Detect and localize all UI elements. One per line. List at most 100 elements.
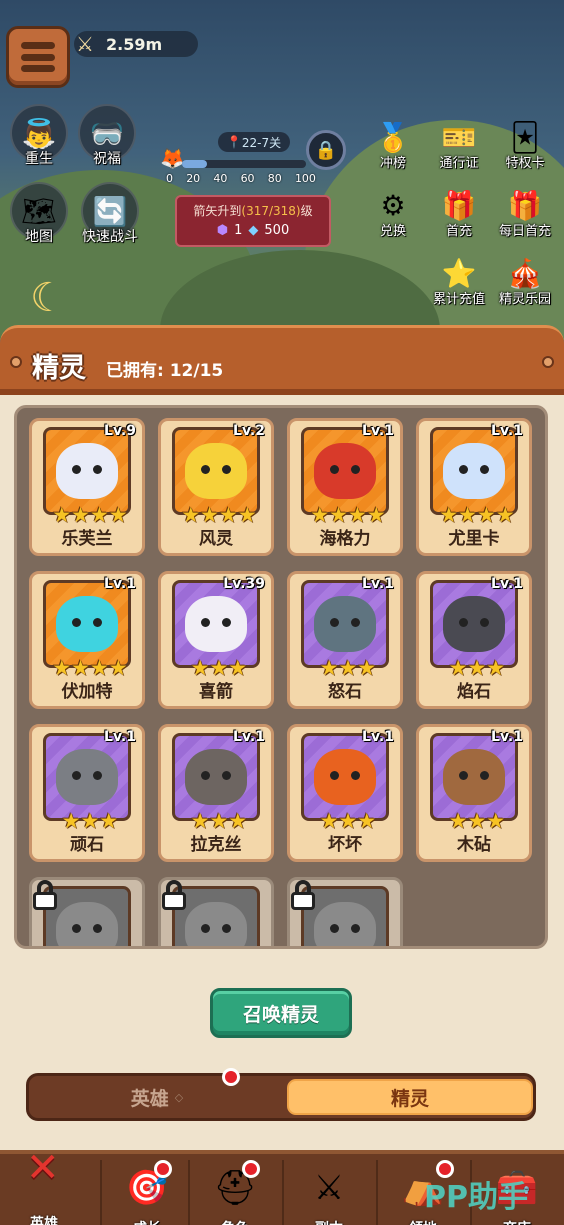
first-charge-button[interactable]: 🎁 首充 — [422, 186, 496, 239]
rebirth-label: 重生 — [25, 151, 53, 167]
stage-progress: 📍 22-7关 🦊 0 20 40 60 80 100 🔒 — [160, 130, 350, 190]
spirit-card[interactable]: Lv.2 ★★★★ 风灵 — [158, 418, 274, 556]
nav-dungeon[interactable]: ⚔ 副本 — [282, 1160, 374, 1225]
stage-lock-button[interactable]: 🔒 — [306, 130, 346, 170]
nav-territory-label: 领地 — [378, 1218, 468, 1225]
main-menu-button[interactable] — [6, 26, 70, 88]
daily-first-charge-label: 每日首充 — [498, 224, 551, 239]
spirit-grid-inner: Lv.9 ★★★★ 乐芙兰 Lv.2 ★★★★ 风灵 Lv.1 ★★★★ 海格力 Lv.1 ★★★★… — [17, 408, 545, 946]
spirit-card[interactable]: Lv.1 ★★★ 焰石 — [416, 571, 532, 709]
diamond-icon: ◆ — [248, 223, 259, 238]
spirit-creature-icon — [56, 596, 118, 652]
daily-first-charge-button[interactable]: 🎁 每日首充 — [488, 186, 562, 239]
fox-icon: 🦊 — [160, 146, 185, 170]
locked-spirit-card[interactable] — [29, 877, 145, 946]
stage-label: 📍 22-7关 — [218, 132, 290, 152]
tab-hero[interactable]: 英雄 ◇ — [29, 1076, 285, 1118]
blessing-button[interactable]: 🥽 祝福 — [74, 104, 140, 168]
rank-button[interactable]: 🥇 冲榜 — [356, 118, 430, 171]
spirit-portrait — [43, 733, 131, 821]
spirit-card[interactable]: Lv.1 ★★★★ 伏加特 — [29, 571, 145, 709]
privilege-card-label: 特权卡 — [505, 156, 545, 171]
quest-banner[interactable]: 箭矢升到(317/318)级 ⬢ 1 ◆ 500 — [175, 195, 331, 247]
nav-growth-label: 成长 — [102, 1218, 192, 1225]
stage-ticks: 0 20 40 60 80 100 — [166, 172, 316, 185]
spirit-level: Lv.1 — [233, 729, 265, 745]
locked-spirit-card[interactable] — [158, 877, 274, 946]
spirit-card[interactable]: Lv.9 ★★★★ 乐芙兰 — [29, 418, 145, 556]
map-button[interactable]: 🗺 地图 — [6, 182, 72, 246]
star-rating: ★★★★ — [439, 503, 515, 527]
nav-growth[interactable]: 🎯 成长 — [100, 1160, 192, 1225]
spirit-grid[interactable]: Lv.9 ★★★★ 乐芙兰 Lv.2 ★★★★ 风灵 Lv.1 ★★★★ 海格力 Lv.1 ★★★★… — [14, 405, 548, 949]
spirit-card[interactable]: Lv.1 ★★★ 顽石 — [29, 724, 145, 862]
star-rating: ★★★ — [319, 656, 377, 680]
combat-power-display: ⚔ 2.59m — [74, 31, 198, 57]
star-rating: ★★★ — [190, 809, 248, 833]
moon-wing-icon: ☾ — [30, 275, 66, 321]
spirit-card[interactable]: Lv.1 ★★★★ 海格力 — [287, 418, 403, 556]
pass-button[interactable]: 🎫 通行证 — [422, 118, 496, 171]
spirit-card[interactable]: Lv.1 ★★★ 怒石 — [287, 571, 403, 709]
spirit-creature-icon — [314, 749, 376, 805]
nav-character-label: 角色 — [190, 1218, 280, 1225]
crossed-swords-icon: ⚔ — [313, 1168, 345, 1208]
spirit-level: Lv.1 — [104, 576, 136, 592]
spirit-portrait — [43, 427, 131, 515]
spirit-portrait — [301, 733, 389, 821]
summon-spirit-button[interactable]: 召唤精灵 — [210, 988, 352, 1038]
exchange-button[interactable]: ⚙ 兑换 — [356, 186, 430, 239]
spirit-creature-icon — [314, 443, 376, 499]
spirit-card[interactable]: Lv.1 ★★★ 坏坏 — [287, 724, 403, 862]
stage-tick: 0 — [166, 172, 173, 185]
privilege-card-button[interactable]: 🃏 特权卡 — [488, 118, 562, 171]
spirit-creature-icon — [56, 443, 118, 499]
stage-tick: 100 — [294, 172, 316, 185]
quest-rewards: ⬢ 1 ◆ 500 — [177, 223, 329, 238]
scarecrow-icon: 🎯 — [125, 1168, 169, 1208]
locked-spirit-card[interactable] — [287, 877, 403, 946]
nav-dungeon-label: 副本 — [284, 1218, 374, 1225]
spirit-panel-header: 精灵 已拥有: 12/15 — [0, 325, 564, 395]
purple-gem-icon: ⬢ — [216, 223, 229, 238]
fast-battle-button[interactable]: 🔄 快速战斗 — [74, 182, 146, 246]
rebirth-button[interactable]: 👼 重生 — [6, 104, 72, 168]
nav-shop-label: 商店 — [472, 1218, 562, 1225]
spirit-level: Lv.1 — [491, 423, 523, 439]
spirit-creature-icon — [443, 749, 505, 805]
spirit-name: 拉克丝 — [190, 835, 242, 855]
star-rating: ★★★★ — [181, 503, 257, 527]
nail-decoration — [542, 356, 554, 368]
tab-spirit[interactable]: 精灵 — [287, 1079, 533, 1115]
spirit-name: 坏坏 — [328, 835, 362, 855]
stage-tick: 60 — [240, 172, 255, 185]
spirit-portrait — [301, 427, 389, 515]
locked-creature-icon — [185, 902, 247, 946]
blessing-label: 祝福 — [93, 151, 121, 167]
star-rating: ★★★★ — [52, 656, 128, 680]
spirit-park-button[interactable]: 🎪 精灵乐园 — [488, 254, 562, 307]
spirit-park-label: 精灵乐园 — [498, 292, 551, 307]
close-icon[interactable]: ✕ — [26, 1145, 60, 1191]
spirit-card[interactable]: Lv.1 ★★★ 拉克丝 — [158, 724, 274, 862]
nav-character[interactable]: ⛑ 角色 — [188, 1160, 280, 1225]
cumulative-recharge-button[interactable]: ⭐ 累计充值 — [422, 254, 496, 307]
spirit-creature-icon — [443, 443, 505, 499]
stage-progress-fill — [182, 160, 207, 168]
spirit-name: 风灵 — [199, 529, 233, 549]
spirit-card[interactable]: Lv.1 ★★★ 木砧 — [416, 724, 532, 862]
stage-progress-track — [182, 160, 306, 168]
helmet-icon: ⛑ — [213, 1168, 257, 1208]
spirit-portrait — [430, 733, 518, 821]
spirit-card[interactable]: Lv.1 ★★★★ 尤里卡 — [416, 418, 532, 556]
spirit-portrait — [430, 580, 518, 668]
owned-count: 已拥有: 12/15 — [106, 361, 224, 381]
spirit-name: 顽石 — [70, 835, 104, 855]
lock-icon — [161, 880, 187, 910]
spirit-name: 焰石 — [457, 682, 491, 702]
tab-hero-label: 英雄 — [130, 1087, 169, 1110]
spirit-level: Lv.2 — [233, 423, 265, 439]
spirit-creature-icon — [185, 749, 247, 805]
spirit-card[interactable]: Lv.39 ★★★ 喜箭 — [158, 571, 274, 709]
spirit-level: Lv.1 — [104, 729, 136, 745]
